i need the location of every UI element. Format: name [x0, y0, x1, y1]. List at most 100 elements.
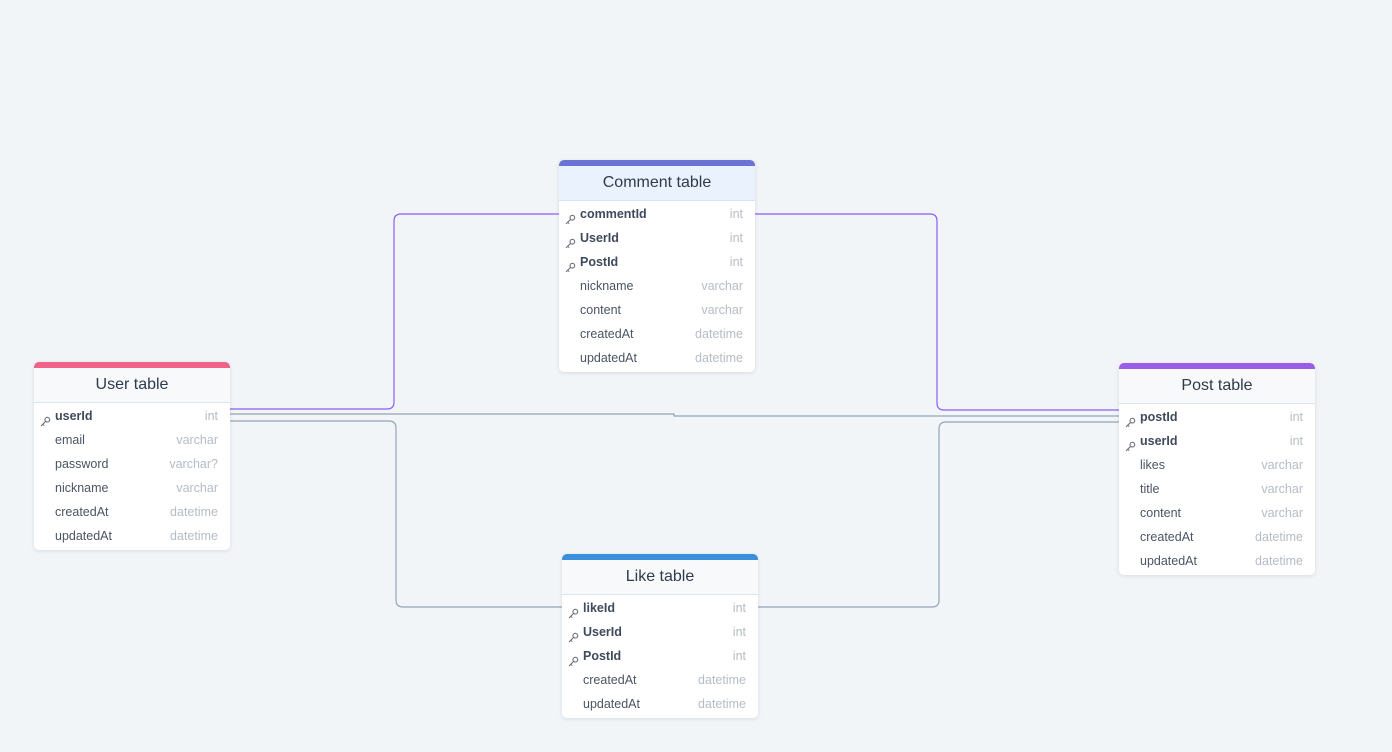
field-name: PostId — [580, 255, 619, 269]
field-type: int — [1289, 410, 1303, 424]
field-name: updatedAt — [1140, 554, 1197, 568]
field-row[interactable]: commentId int — [559, 202, 755, 226]
user-table-header[interactable]: User table — [34, 368, 230, 403]
like-table[interactable]: Like table likeId int UserId int PostId int cr… — [562, 554, 758, 718]
field-name: updatedAt — [583, 697, 640, 711]
field-name: title — [1140, 482, 1160, 496]
field-name: nickname — [580, 279, 634, 293]
field-row[interactable]: updatedAt datetime — [559, 346, 755, 370]
field-row[interactable]: createdAt datetime — [562, 668, 758, 692]
key-icon — [565, 257, 576, 273]
field-type: int — [1289, 434, 1303, 448]
comment-table-header[interactable]: Comment table — [559, 166, 755, 201]
field-type: datetime — [170, 505, 218, 519]
relation-post-like[interactable] — [758, 421, 1119, 608]
field-name: UserId — [583, 625, 622, 639]
field-name: content — [580, 303, 622, 317]
like-table-header[interactable]: Like table — [562, 560, 758, 595]
field-type: int — [204, 409, 218, 423]
field-row[interactable]: userId int — [34, 404, 230, 428]
key-icon — [40, 411, 51, 427]
field-type: int — [729, 255, 743, 269]
field-name: createdAt — [55, 505, 109, 519]
field-name: likes — [1140, 458, 1166, 472]
field-type: datetime — [698, 673, 746, 687]
field-name: postId — [1140, 410, 1178, 424]
comment-table-fields: commentId int UserId int PostId int nickname va… — [559, 201, 755, 372]
key-icon — [1125, 412, 1136, 428]
field-row[interactable]: createdAt datetime — [559, 322, 755, 346]
field-type: int — [729, 231, 743, 245]
field-row[interactable]: likeId int — [562, 596, 758, 620]
relation-user-like[interactable] — [230, 420, 562, 608]
relation-user-comment[interactable] — [230, 213, 559, 410]
field-row[interactable]: updatedAt datetime — [34, 524, 230, 548]
key-icon — [565, 209, 576, 225]
relation-user-post[interactable] — [230, 413, 1119, 417]
field-row[interactable]: UserId int — [559, 226, 755, 250]
field-row[interactable]: nickname varchar — [559, 274, 755, 298]
field-name: PostId — [583, 649, 622, 663]
field-name: updatedAt — [55, 529, 112, 543]
field-type: datetime — [698, 697, 746, 711]
field-name: userId — [55, 409, 93, 423]
field-name: password — [55, 457, 109, 471]
field-row[interactable]: password varchar? — [34, 452, 230, 476]
field-type: int — [732, 601, 746, 615]
field-name: likeId — [583, 601, 615, 615]
field-name: UserId — [580, 231, 619, 245]
field-type: varchar — [701, 303, 743, 317]
field-row[interactable]: email varchar — [34, 428, 230, 452]
field-type: int — [729, 207, 743, 221]
field-type: varchar — [1261, 458, 1303, 472]
user-table[interactable]: User table userId int email varchar password… — [34, 362, 230, 550]
field-row[interactable]: createdAt datetime — [34, 500, 230, 524]
field-type: datetime — [695, 351, 743, 365]
field-row[interactable]: PostId int — [562, 644, 758, 668]
field-type: datetime — [695, 327, 743, 341]
field-row[interactable]: postId int — [1119, 405, 1315, 429]
field-type: varchar — [701, 279, 743, 293]
field-name: userId — [1140, 434, 1178, 448]
field-row[interactable]: nickname varchar — [34, 476, 230, 500]
field-row[interactable]: createdAt datetime — [1119, 525, 1315, 549]
key-icon — [568, 651, 579, 667]
field-row[interactable]: userId int — [1119, 429, 1315, 453]
field-type: datetime — [1255, 530, 1303, 544]
field-name: createdAt — [1140, 530, 1194, 544]
comment-table[interactable]: Comment table commentId int UserId int PostI… — [559, 160, 755, 372]
key-icon — [568, 627, 579, 643]
key-icon — [1125, 436, 1136, 452]
field-row[interactable]: title varchar — [1119, 477, 1315, 501]
post-table-header[interactable]: Post table — [1119, 369, 1315, 404]
field-type: varchar — [1261, 482, 1303, 496]
post-table[interactable]: Post table postId int userId int likes varcha… — [1119, 363, 1315, 575]
field-type: datetime — [1255, 554, 1303, 568]
user-table-fields: userId int email varchar password varchar? nic… — [34, 403, 230, 550]
field-type: varchar — [1261, 506, 1303, 520]
field-name: createdAt — [580, 327, 634, 341]
field-type: datetime — [170, 529, 218, 543]
field-row[interactable]: updatedAt datetime — [1119, 549, 1315, 573]
field-row[interactable]: content varchar — [559, 298, 755, 322]
field-name: updatedAt — [580, 351, 637, 365]
field-row[interactable]: likes varchar — [1119, 453, 1315, 477]
field-type: int — [732, 649, 746, 663]
field-row[interactable]: content varchar — [1119, 501, 1315, 525]
field-type: varchar? — [169, 457, 218, 471]
diagram-canvas[interactable]: User table userId int email varchar password… — [0, 0, 1392, 752]
post-table-fields: postId int userId int likes varchar title varch… — [1119, 404, 1315, 575]
relation-post-comment[interactable] — [755, 213, 1119, 411]
field-name: nickname — [55, 481, 109, 495]
field-row[interactable]: PostId int — [559, 250, 755, 274]
field-type: varchar — [176, 433, 218, 447]
field-name: commentId — [580, 207, 647, 221]
key-icon — [568, 603, 579, 619]
field-row[interactable]: updatedAt datetime — [562, 692, 758, 716]
field-name: createdAt — [583, 673, 637, 687]
field-row[interactable]: UserId int — [562, 620, 758, 644]
key-icon — [565, 233, 576, 249]
field-type: int — [732, 625, 746, 639]
field-name: email — [55, 433, 85, 447]
field-name: content — [1140, 506, 1182, 520]
